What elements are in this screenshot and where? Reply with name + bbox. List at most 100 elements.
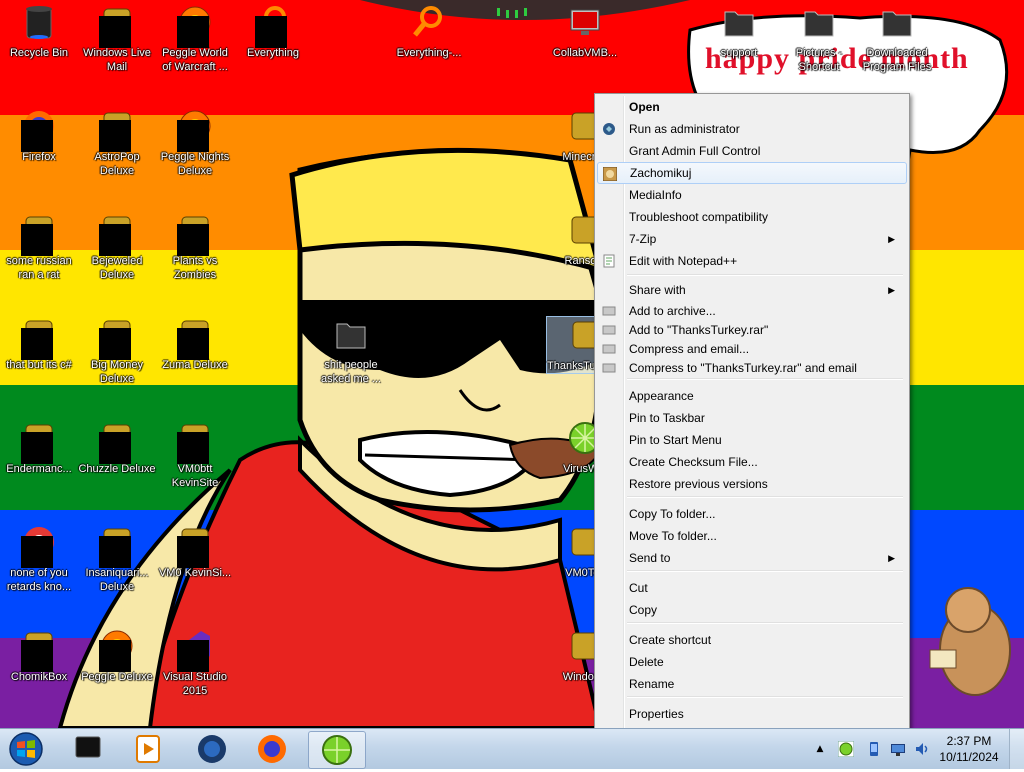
peggle-icon xyxy=(177,4,213,48)
taskbar-button[interactable] xyxy=(308,731,366,769)
firefox-icon xyxy=(21,108,57,152)
censor-block xyxy=(177,120,209,152)
desktop[interactable]: happy pride month Recycle Bin Windows Liv… xyxy=(0,0,1024,728)
desktop-icon[interactable]: CollabVMB... xyxy=(546,4,624,60)
menu-item-copy-to-folder[interactable]: Copy To folder... xyxy=(597,503,905,525)
taskbar-button[interactable] xyxy=(184,731,240,767)
menu-item-label: Delete xyxy=(629,655,664,669)
desktop-icon[interactable]: support xyxy=(700,4,778,60)
chuzzle-icon xyxy=(99,420,135,464)
desktop-icon-label: Pictures - Shortcut xyxy=(795,47,843,73)
desktop-icon-label: support xyxy=(720,47,758,59)
menu-item-pin-to-start-menu[interactable]: Pin to Start Menu xyxy=(597,429,905,451)
desktop-icon[interactable]: Plants vs Zombies xyxy=(156,212,234,282)
menu-item-edit-with-notepad[interactable]: Edit with Notepad++ xyxy=(597,250,905,272)
desktop-icon[interactable]: Zuma Deluxe xyxy=(156,316,234,372)
show-desktop-button[interactable] xyxy=(1009,729,1024,769)
terminal-icon xyxy=(21,420,57,464)
censor-block xyxy=(21,120,53,152)
desktop-icon[interactable]: Insaniquari... Deluxe xyxy=(78,524,156,594)
desktop-icon[interactable]: Recycle Bin xyxy=(0,4,78,60)
menu-item-run-as-administrator[interactable]: Run as administrator xyxy=(597,118,905,140)
volume-icon[interactable] xyxy=(914,741,930,757)
menu-item-create-shortcut[interactable]: Create shortcut xyxy=(597,629,905,651)
recycle-bin-icon xyxy=(21,4,57,40)
desktop-icon-label: AstroPop Deluxe xyxy=(94,151,140,177)
desktop-icon[interactable]: shit people asked me ... xyxy=(312,316,390,386)
desktop-icon[interactable]: Everything xyxy=(234,4,312,60)
menu-item-grant-admin-full-control[interactable]: Grant Admin Full Control xyxy=(597,140,905,162)
clock[interactable]: 2:37 PM 10/11/2024 xyxy=(934,733,1004,765)
desktop-icon[interactable]: Peggle Deluxe xyxy=(78,628,156,684)
desktop-icon[interactable]: Visual Studio 2015 xyxy=(156,628,234,698)
menu-item-copy[interactable]: Copy xyxy=(597,599,905,621)
menu-separator xyxy=(627,696,903,698)
menu-item-cut[interactable]: Cut xyxy=(597,577,905,599)
peggle-icon xyxy=(177,108,213,152)
menu-item-label: Pin to Taskbar xyxy=(629,411,705,425)
menu-item-troubleshoot-compatibility[interactable]: Troubleshoot compatibility xyxy=(597,206,905,228)
phone-icon[interactable] xyxy=(866,741,882,757)
archive-icon xyxy=(602,306,616,316)
archive-icon xyxy=(602,363,616,373)
desktop-icon-label: none of you retards kno... xyxy=(6,567,72,593)
censor-block xyxy=(21,432,53,464)
menu-item-label: Compress to "ThanksTurkey.rar" and email xyxy=(629,361,857,375)
desktop-icon[interactable]: Peggle Nights Deluxe xyxy=(156,108,234,178)
desktop-icon[interactable]: Downloaded Program Files xyxy=(858,4,936,74)
desktop-icon[interactable]: Firefox xyxy=(0,108,78,164)
desktop-icon[interactable]: some russian ran a rat xyxy=(0,212,78,282)
taskbar-button[interactable] xyxy=(244,731,300,767)
menu-item-pin-to-taskbar[interactable]: Pin to Taskbar xyxy=(597,407,905,429)
desktop-icon[interactable]: none of you retards kno... xyxy=(0,524,78,594)
censor-block xyxy=(21,328,53,360)
censor-block xyxy=(21,640,53,672)
desktop-icon[interactable]: VM0 KevinSi... xyxy=(156,524,234,580)
menu-item-label: Restore previous versions xyxy=(629,477,768,491)
lime-icon xyxy=(322,735,352,765)
menu-item-label: Create shortcut xyxy=(629,633,712,647)
desktop-icon[interactable]: Endermanc... xyxy=(0,420,78,476)
desktop-icon-label: shit people asked me ... xyxy=(321,359,381,385)
desktop-icon[interactable]: Windows Live Mail xyxy=(78,4,156,74)
lime-tray-icon[interactable] xyxy=(838,741,854,757)
menu-item-mediainfo[interactable]: MediaInfo xyxy=(597,184,905,206)
desktop-icon[interactable]: VM0btt KevinSite xyxy=(156,420,234,490)
menu-item-send-to[interactable]: Send to ▶ xyxy=(597,547,905,569)
censor-block xyxy=(99,432,131,464)
desktop-icon[interactable]: Peggle World of Warcraft ... xyxy=(156,4,234,74)
desktop-icon[interactable]: ChomikBox xyxy=(0,628,78,684)
menu-item-rename[interactable]: Rename xyxy=(597,673,905,695)
windows-logo-icon xyxy=(9,732,43,766)
menu-item-zachomikuj[interactable]: Zachomikuj xyxy=(597,162,907,184)
start-button[interactable] xyxy=(6,732,46,766)
desktop-icon-label: Recycle Bin xyxy=(9,47,69,59)
taskbar-button[interactable] xyxy=(60,731,116,767)
taskbar-button[interactable] xyxy=(120,731,176,767)
menu-item-share-with[interactable]: Share with ▶ xyxy=(597,279,905,301)
menu-item-compress-to-thanksturkey-rar-and-email[interactable]: Compress to "ThanksTurkey.rar" and email xyxy=(597,357,905,379)
menu-item-properties[interactable]: Properties xyxy=(597,703,905,725)
desktop-icon-label: VM0 KevinSi... xyxy=(158,567,232,579)
desktop-icon-label: some russian ran a rat xyxy=(6,255,72,281)
menu-item-delete[interactable]: Delete xyxy=(597,651,905,673)
menu-item-create-checksum-file[interactable]: Create Checksum File... xyxy=(597,451,905,473)
menu-item-label: Appearance xyxy=(629,389,694,403)
menu-item-appearance[interactable]: Appearance xyxy=(597,385,905,407)
menu-item-move-to-folder[interactable]: Move To folder... xyxy=(597,525,905,547)
desktop-icon[interactable]: Everything-... xyxy=(390,4,468,60)
network-icon[interactable] xyxy=(890,741,906,757)
desktop-icon[interactable]: that but its c# xyxy=(0,316,78,372)
show-hidden-icons-button[interactable]: ▲ xyxy=(812,739,828,759)
desktop-icon[interactable]: Chuzzle Deluxe xyxy=(78,420,156,476)
desktop-icon[interactable]: Big Money Deluxe xyxy=(78,316,156,386)
menu-item-open[interactable]: Open xyxy=(597,96,905,118)
desktop-icon[interactable]: Bejeweled Deluxe xyxy=(78,212,156,282)
menu-item-restore-previous-versions[interactable]: Restore previous versions xyxy=(597,473,905,495)
menu-item-7-zip[interactable]: 7-Zip ▶ xyxy=(597,228,905,250)
peggle-icon xyxy=(99,628,135,672)
gem-icon xyxy=(99,212,135,256)
desktop-icon[interactable]: Pictures - Shortcut xyxy=(780,4,858,74)
desktop-icon[interactable]: AstroPop Deluxe xyxy=(78,108,156,178)
game-icon xyxy=(99,108,135,152)
